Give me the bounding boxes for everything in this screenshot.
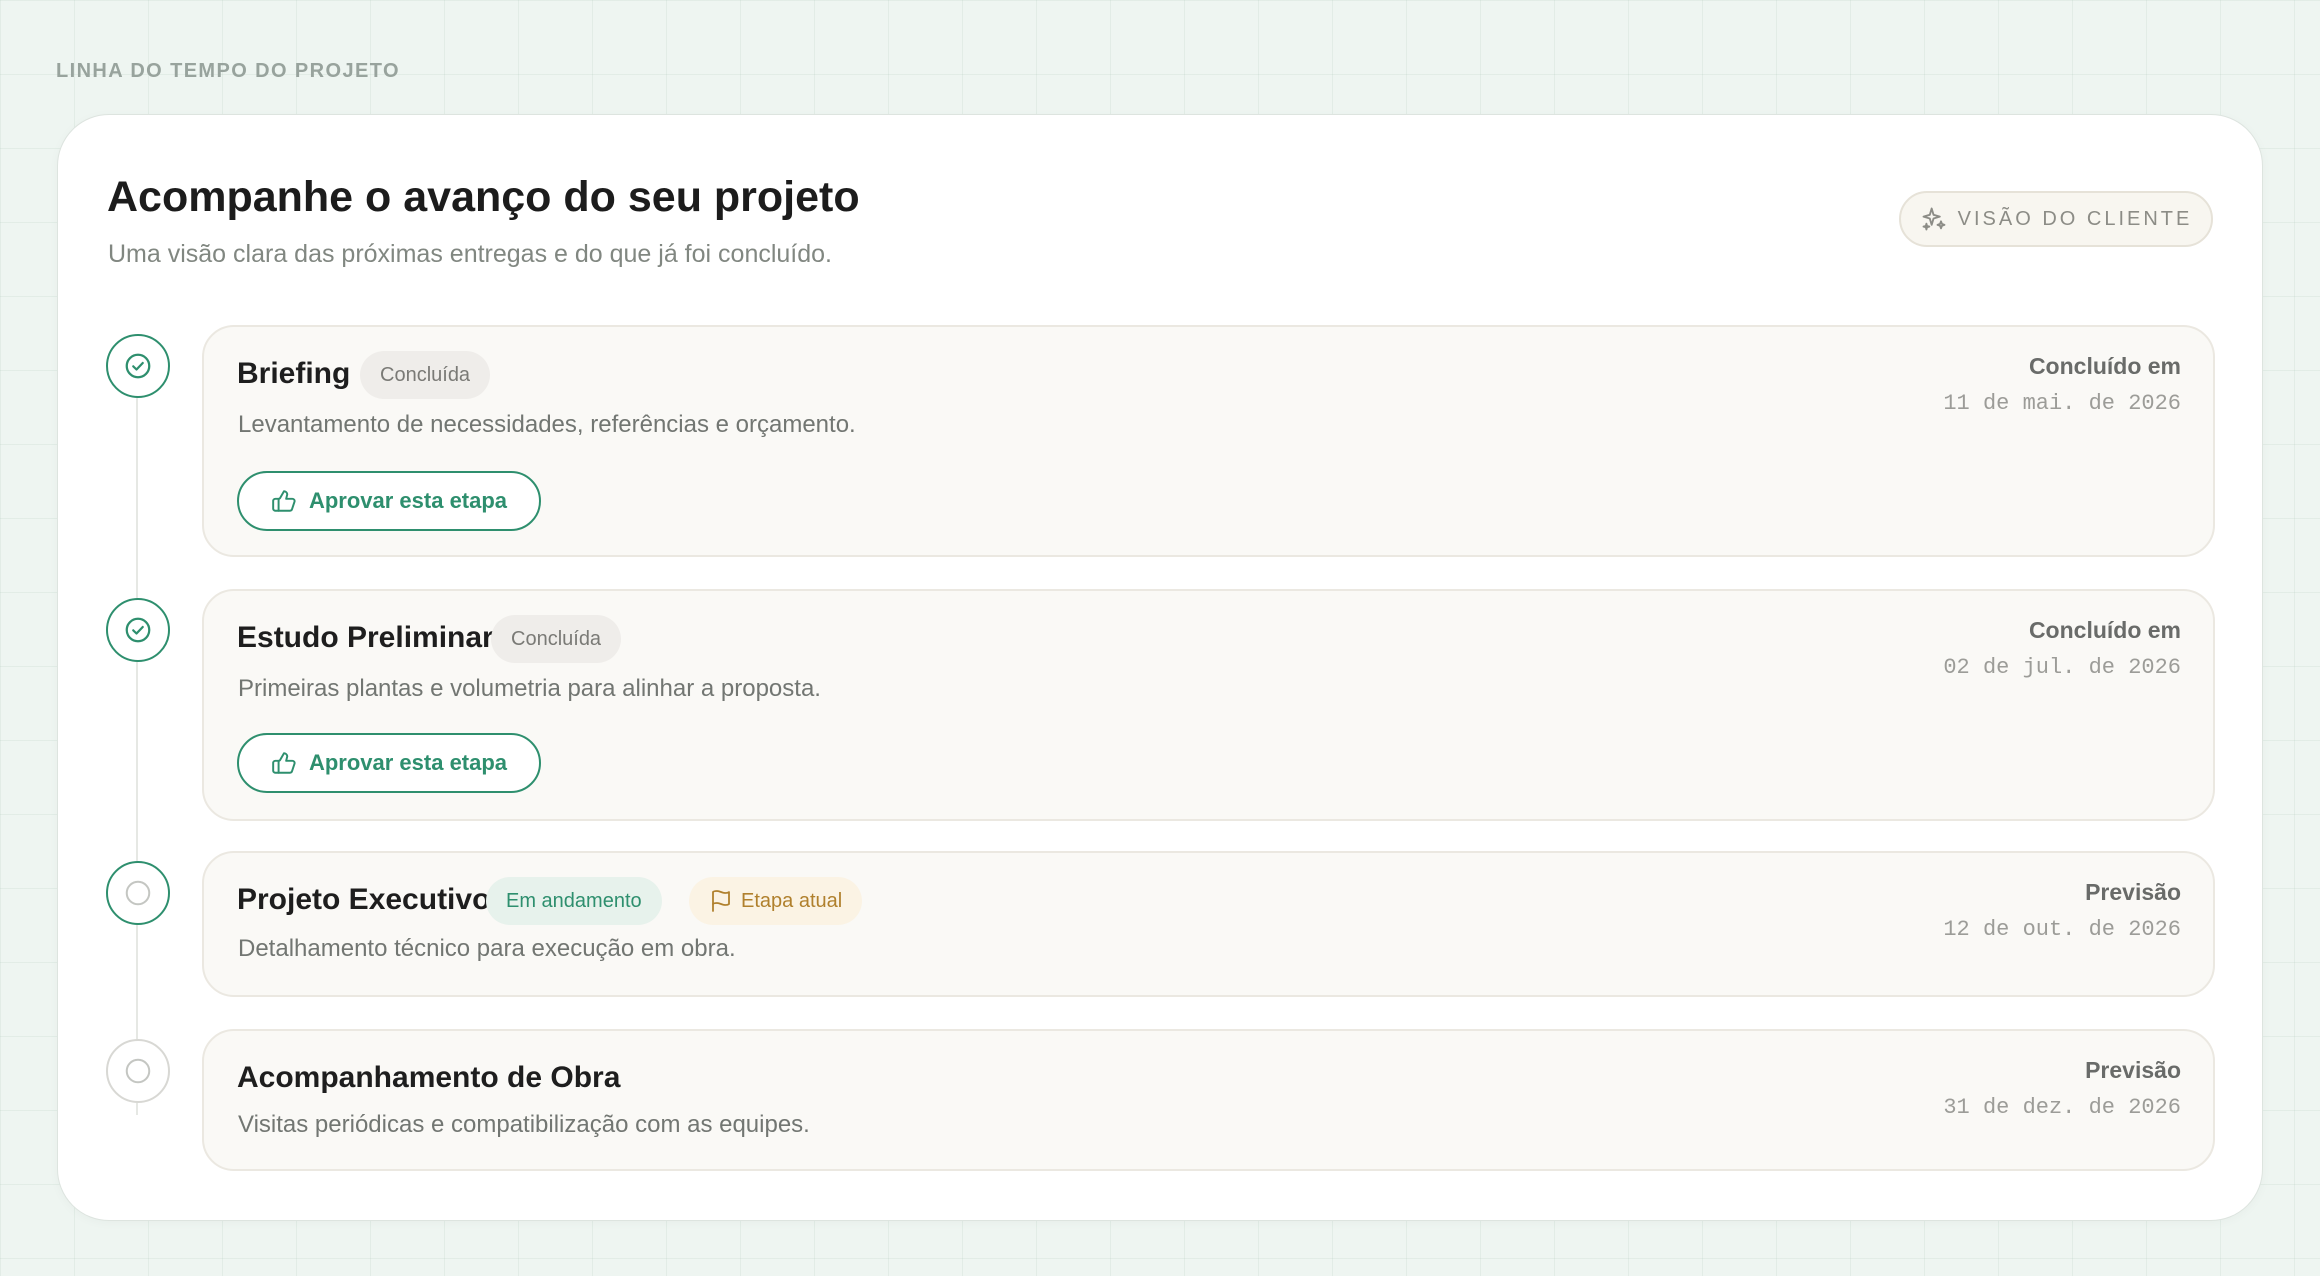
step-title: Projeto Executivo	[237, 883, 491, 916]
approve-step-button[interactable]: Aprovar esta etapa	[237, 733, 541, 793]
current-step-badge: Etapa atual	[689, 877, 863, 925]
thumbs-up-icon	[272, 752, 296, 774]
empty-circle-icon	[125, 1058, 151, 1084]
step-marker-pending	[106, 1039, 170, 1103]
date-label: Previsão	[2085, 879, 2181, 905]
step-marker-in-progress	[106, 861, 170, 925]
timeline-step: Briefing Concluída Levantamento de neces…	[202, 325, 2215, 557]
approve-step-button[interactable]: Aprovar esta etapa	[237, 471, 541, 531]
timeline-step: Acompanhamento de Obra Visitas periódica…	[202, 1029, 2215, 1171]
timeline-line	[136, 365, 138, 1115]
check-circle-icon	[125, 353, 151, 379]
date-label: Previsão	[2085, 1057, 2181, 1083]
date-value: 31 de dez. de 2026	[1943, 1095, 2181, 1120]
client-view-button[interactable]: VISÃO DO CLIENTE	[1899, 191, 2213, 247]
status-badge: Concluída	[360, 351, 491, 399]
step-description: Visitas periódicas e compatibilização co…	[238, 1111, 810, 1138]
flag-icon	[712, 890, 730, 912]
step-marker-completed	[106, 334, 170, 398]
client-view-label: VISÃO DO CLIENTE	[1957, 207, 2193, 230]
step-title: Briefing	[237, 357, 351, 390]
step-title: Estudo Preliminar	[237, 621, 494, 654]
approve-step-label: Aprovar esta etapa	[308, 750, 508, 775]
date-value: 11 de mai. de 2026	[1943, 391, 2181, 416]
page-subtitle: Uma visão clara das próximas entregas e …	[108, 240, 832, 268]
empty-circle-icon	[125, 880, 151, 906]
page-section-label: LINHA DO TEMPO DO PROJETO	[56, 60, 400, 82]
thumbs-up-icon	[272, 490, 296, 512]
current-step-label: Etapa atual	[741, 890, 843, 912]
timeline-step: Estudo Preliminar Concluída Primeiras pl…	[202, 589, 2215, 821]
timeline-step: Projeto Executivo Em andamento Etapa atu…	[202, 851, 2215, 997]
timeline-card: Acompanhe o avanço do seu projeto Uma vi…	[57, 114, 2263, 1221]
step-description: Primeiras plantas e volumetria para alin…	[238, 675, 821, 702]
approve-step-label: Aprovar esta etapa	[308, 488, 508, 513]
date-value: 12 de out. de 2026	[1943, 917, 2181, 942]
status-badge: Em andamento	[486, 877, 662, 925]
step-description: Levantamento de necessidades, referência…	[238, 411, 856, 438]
step-marker-completed	[106, 598, 170, 662]
page-title: Acompanhe o avanço do seu projeto	[107, 173, 860, 221]
step-title: Acompanhamento de Obra	[237, 1061, 621, 1094]
date-value: 02 de jul. de 2026	[1943, 655, 2181, 680]
step-description: Detalhamento técnico para execução em ob…	[238, 935, 736, 962]
check-circle-icon	[125, 617, 151, 643]
date-label: Concluído em	[2028, 617, 2181, 643]
date-label: Concluído em	[2028, 353, 2181, 379]
status-badge: Concluída	[491, 615, 622, 663]
sparkles-icon	[1922, 207, 1946, 231]
